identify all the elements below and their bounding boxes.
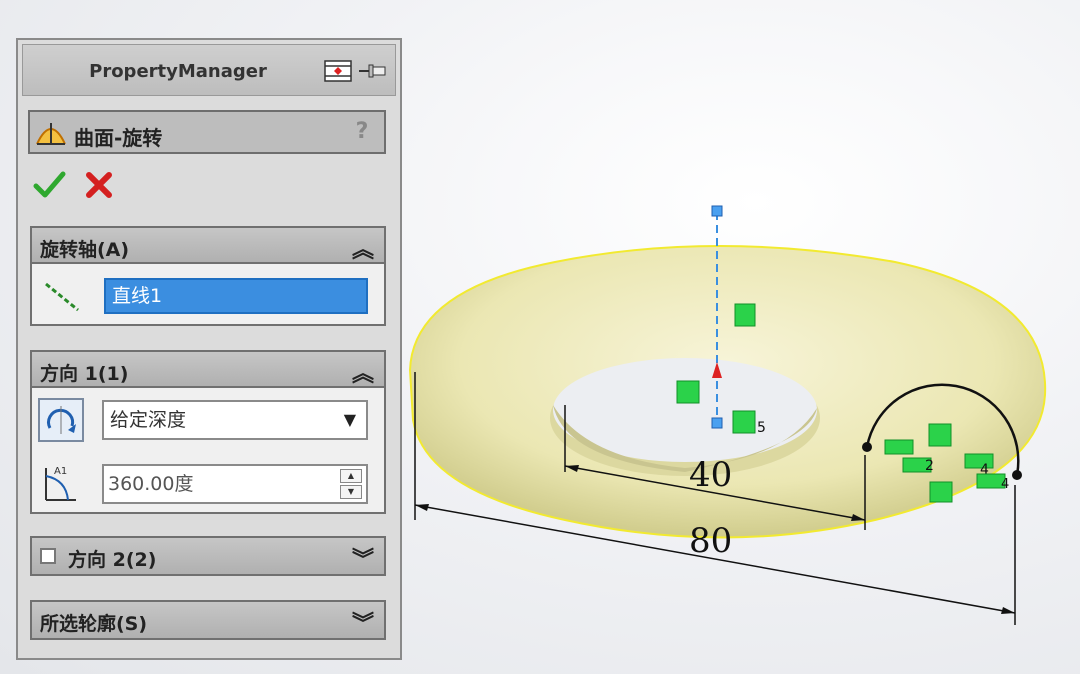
- property-manager-panel: PropertyManager 曲面-旋转 ? 旋转轴(A) ︽ 直线1 方向 …: [16, 38, 402, 660]
- checkmark-icon[interactable]: [32, 168, 66, 202]
- direction1-section-header[interactable]: 方向 1(1) ︽: [32, 352, 384, 388]
- dimension-40-label: 40: [689, 455, 732, 495]
- feature-header: 曲面-旋转 ?: [28, 110, 386, 154]
- chevron-up-icon[interactable]: ︽: [352, 356, 374, 388]
- graphics-viewport[interactable]: 5 2 4 4 40 80: [405, 0, 1080, 674]
- spin-down-button[interactable]: ▼: [340, 485, 362, 499]
- property-manager-title: PropertyManager: [89, 61, 267, 82]
- angle-value: 360.00度: [108, 473, 194, 495]
- relation-label: 5: [757, 420, 766, 436]
- axis-line-icon: [45, 282, 79, 312]
- spin-up-button[interactable]: ▲: [340, 469, 362, 483]
- end-condition-value: 给定深度: [110, 409, 187, 431]
- axis-of-revolution-section: 旋转轴(A) ︽ 直线1: [30, 226, 386, 326]
- dimension-80-label: 80: [689, 521, 732, 561]
- relation-label: 2: [925, 458, 934, 474]
- chevron-down-icon[interactable]: ︾: [352, 606, 374, 638]
- pin-icon[interactable]: [357, 59, 387, 83]
- direction1-section-title: 方向 1(1): [40, 363, 129, 385]
- relation-label: 4: [1001, 477, 1009, 492]
- close-icon[interactable]: [84, 170, 114, 200]
- angle-label: A1: [54, 466, 67, 477]
- chevron-up-icon[interactable]: ︽: [352, 232, 374, 264]
- direction2-checkbox[interactable]: [40, 548, 56, 564]
- angle-icon: A1: [45, 466, 76, 501]
- reverse-direction-button[interactable]: [38, 398, 84, 442]
- end-condition-dropdown[interactable]: 给定深度 ▼: [102, 400, 368, 440]
- chevron-down-icon[interactable]: ︾: [352, 542, 374, 574]
- feature-title: 曲面-旋转: [74, 126, 163, 150]
- property-manager-header: PropertyManager: [22, 44, 396, 96]
- help-button[interactable]: ?: [348, 117, 376, 147]
- angle-input[interactable]: 360.00度 ▲ ▼: [102, 464, 368, 504]
- dropdown-arrow-icon: ▼: [343, 410, 356, 429]
- direction2-section-title: 方向 2(2): [68, 549, 157, 571]
- contours-section-title: 所选轮廓(S): [40, 613, 148, 635]
- direction1-section: 方向 1(1) ︽ 给定深度 ▼ A1 360.00度 ▲ ▼: [30, 350, 386, 514]
- direction2-section[interactable]: 方向 2(2) ︾: [30, 536, 386, 576]
- revolve-surface-icon: [36, 123, 66, 145]
- axis-section-title: 旋转轴(A): [40, 239, 130, 261]
- axis-selection-field[interactable]: 直线1: [104, 278, 368, 314]
- reverse-direction-icon: [47, 406, 76, 434]
- panel-split-icon[interactable]: [323, 59, 353, 83]
- selected-contours-section[interactable]: 所选轮廓(S) ︾: [30, 600, 386, 640]
- axis-section-header[interactable]: 旋转轴(A) ︽: [32, 228, 384, 264]
